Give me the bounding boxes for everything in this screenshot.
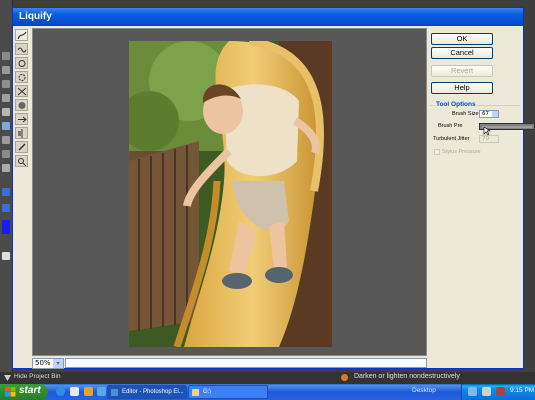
zoom-value: 50% (35, 359, 51, 367)
turbulent-jitter-label: Turbulent Jitter (433, 136, 470, 142)
media-player-icon[interactable] (84, 387, 93, 396)
stylus-pressure-label: Stylus Pressure (442, 149, 481, 155)
brush-pressure-label: Brush Pre (438, 123, 463, 129)
windows-logo-icon (5, 387, 16, 397)
turbulence-icon[interactable] (15, 43, 28, 55)
zoom-tool-icon[interactable] (2, 66, 10, 74)
hand-tool-icon[interactable] (2, 80, 10, 88)
eyedropper-tool-icon[interactable] (2, 94, 10, 102)
bloat-icon[interactable] (15, 99, 28, 111)
desktop-toolbar-label[interactable]: Desktop (412, 387, 436, 394)
folder-icon (192, 389, 199, 396)
photoshop-icon (111, 389, 118, 396)
turbulent-jitter-field[interactable]: 70 (479, 135, 499, 143)
lasso-tool-icon[interactable] (2, 122, 10, 130)
liquify-toolbar (15, 29, 29, 169)
pucker-icon[interactable] (15, 85, 28, 97)
start-button[interactable]: start (0, 384, 48, 400)
brush-size-field[interactable]: 67 (479, 110, 499, 118)
marquee-tool-icon[interactable] (2, 108, 10, 116)
liquify-dialog: Liquify 50% ▾ OK Cancel Revert Help Tool… (12, 7, 535, 369)
hide-project-bin-link[interactable]: Hide Project Bin (14, 373, 61, 380)
system-tray: 9:15 PM (461, 384, 535, 400)
taskbar-item-photoshop[interactable]: Editor - Photoshop El... (107, 385, 187, 399)
chevron-down-icon[interactable]: ▾ (53, 359, 63, 368)
task-label: Editor - Photoshop El... (122, 389, 184, 395)
security-icon[interactable] (496, 387, 505, 396)
foreground-color-swatch[interactable] (2, 220, 10, 234)
task-label: G:\ (203, 389, 212, 395)
preview-status-bar (65, 358, 427, 368)
volume-icon[interactable] (482, 387, 491, 396)
brush-size-value: 67 (482, 111, 489, 117)
zoom-select[interactable]: 50% ▾ (32, 358, 64, 369)
text-tool-icon[interactable] (2, 136, 10, 144)
network-icon[interactable] (468, 387, 477, 396)
quick-launch-icon[interactable] (97, 387, 106, 396)
dialog-titlebar[interactable]: Liquify (13, 8, 523, 26)
shift-pixels-icon[interactable] (15, 113, 28, 125)
collapse-triangle-icon[interactable] (4, 375, 11, 381)
reconstruct-icon[interactable] (15, 141, 28, 153)
swap-colors-icon[interactable] (2, 252, 10, 260)
turbulent-jitter-value: 70 (482, 136, 489, 142)
tool-hint-text: Darken or lighten nondestructively (354, 373, 460, 380)
twirl-clockwise-icon[interactable] (15, 57, 28, 69)
twirl-counterclockwise-icon[interactable] (15, 71, 28, 83)
preview-canvas[interactable] (32, 28, 427, 356)
warp-icon[interactable] (15, 29, 28, 41)
photo-preview (129, 41, 332, 347)
brush-tool-icon[interactable] (2, 164, 10, 172)
crop-tool-icon[interactable] (2, 150, 10, 158)
revert-button[interactable]: Revert (431, 65, 493, 77)
help-button[interactable]: Help (431, 82, 493, 94)
taskbar: start Editor - Photoshop El... G:\ Deskt… (0, 384, 535, 400)
taskbar-item-folder[interactable]: G:\ (188, 385, 268, 399)
cancel-button[interactable]: Cancel (431, 47, 493, 59)
start-label: start (19, 385, 41, 396)
tool-options-heading: Tool Options (435, 101, 477, 108)
project-bin-bar: Hide Project Bin Darken or lighten nonde… (0, 372, 535, 384)
clock[interactable]: 9:15 PM (510, 387, 534, 394)
zoom-icon[interactable] (15, 155, 28, 167)
move-tool-icon[interactable] (2, 52, 10, 60)
paint-bucket-icon[interactable] (2, 188, 10, 196)
ok-button[interactable]: OK (431, 33, 493, 45)
reflection-icon[interactable] (15, 127, 28, 139)
brush-size-arrow-icon[interactable] (492, 111, 498, 117)
tool-options-group: Tool Options Brush Size: 67 Brush Pre Tu… (430, 101, 535, 155)
hint-bulb-icon (341, 374, 348, 381)
internet-explorer-icon[interactable] (56, 387, 65, 396)
brush-size-label: Brush Size: (452, 111, 481, 117)
stylus-pressure-checkbox[interactable] (434, 149, 440, 155)
dialog-title: Liquify (19, 11, 52, 22)
show-desktop-icon[interactable] (70, 387, 79, 396)
gradient-tool-icon[interactable] (2, 204, 10, 212)
